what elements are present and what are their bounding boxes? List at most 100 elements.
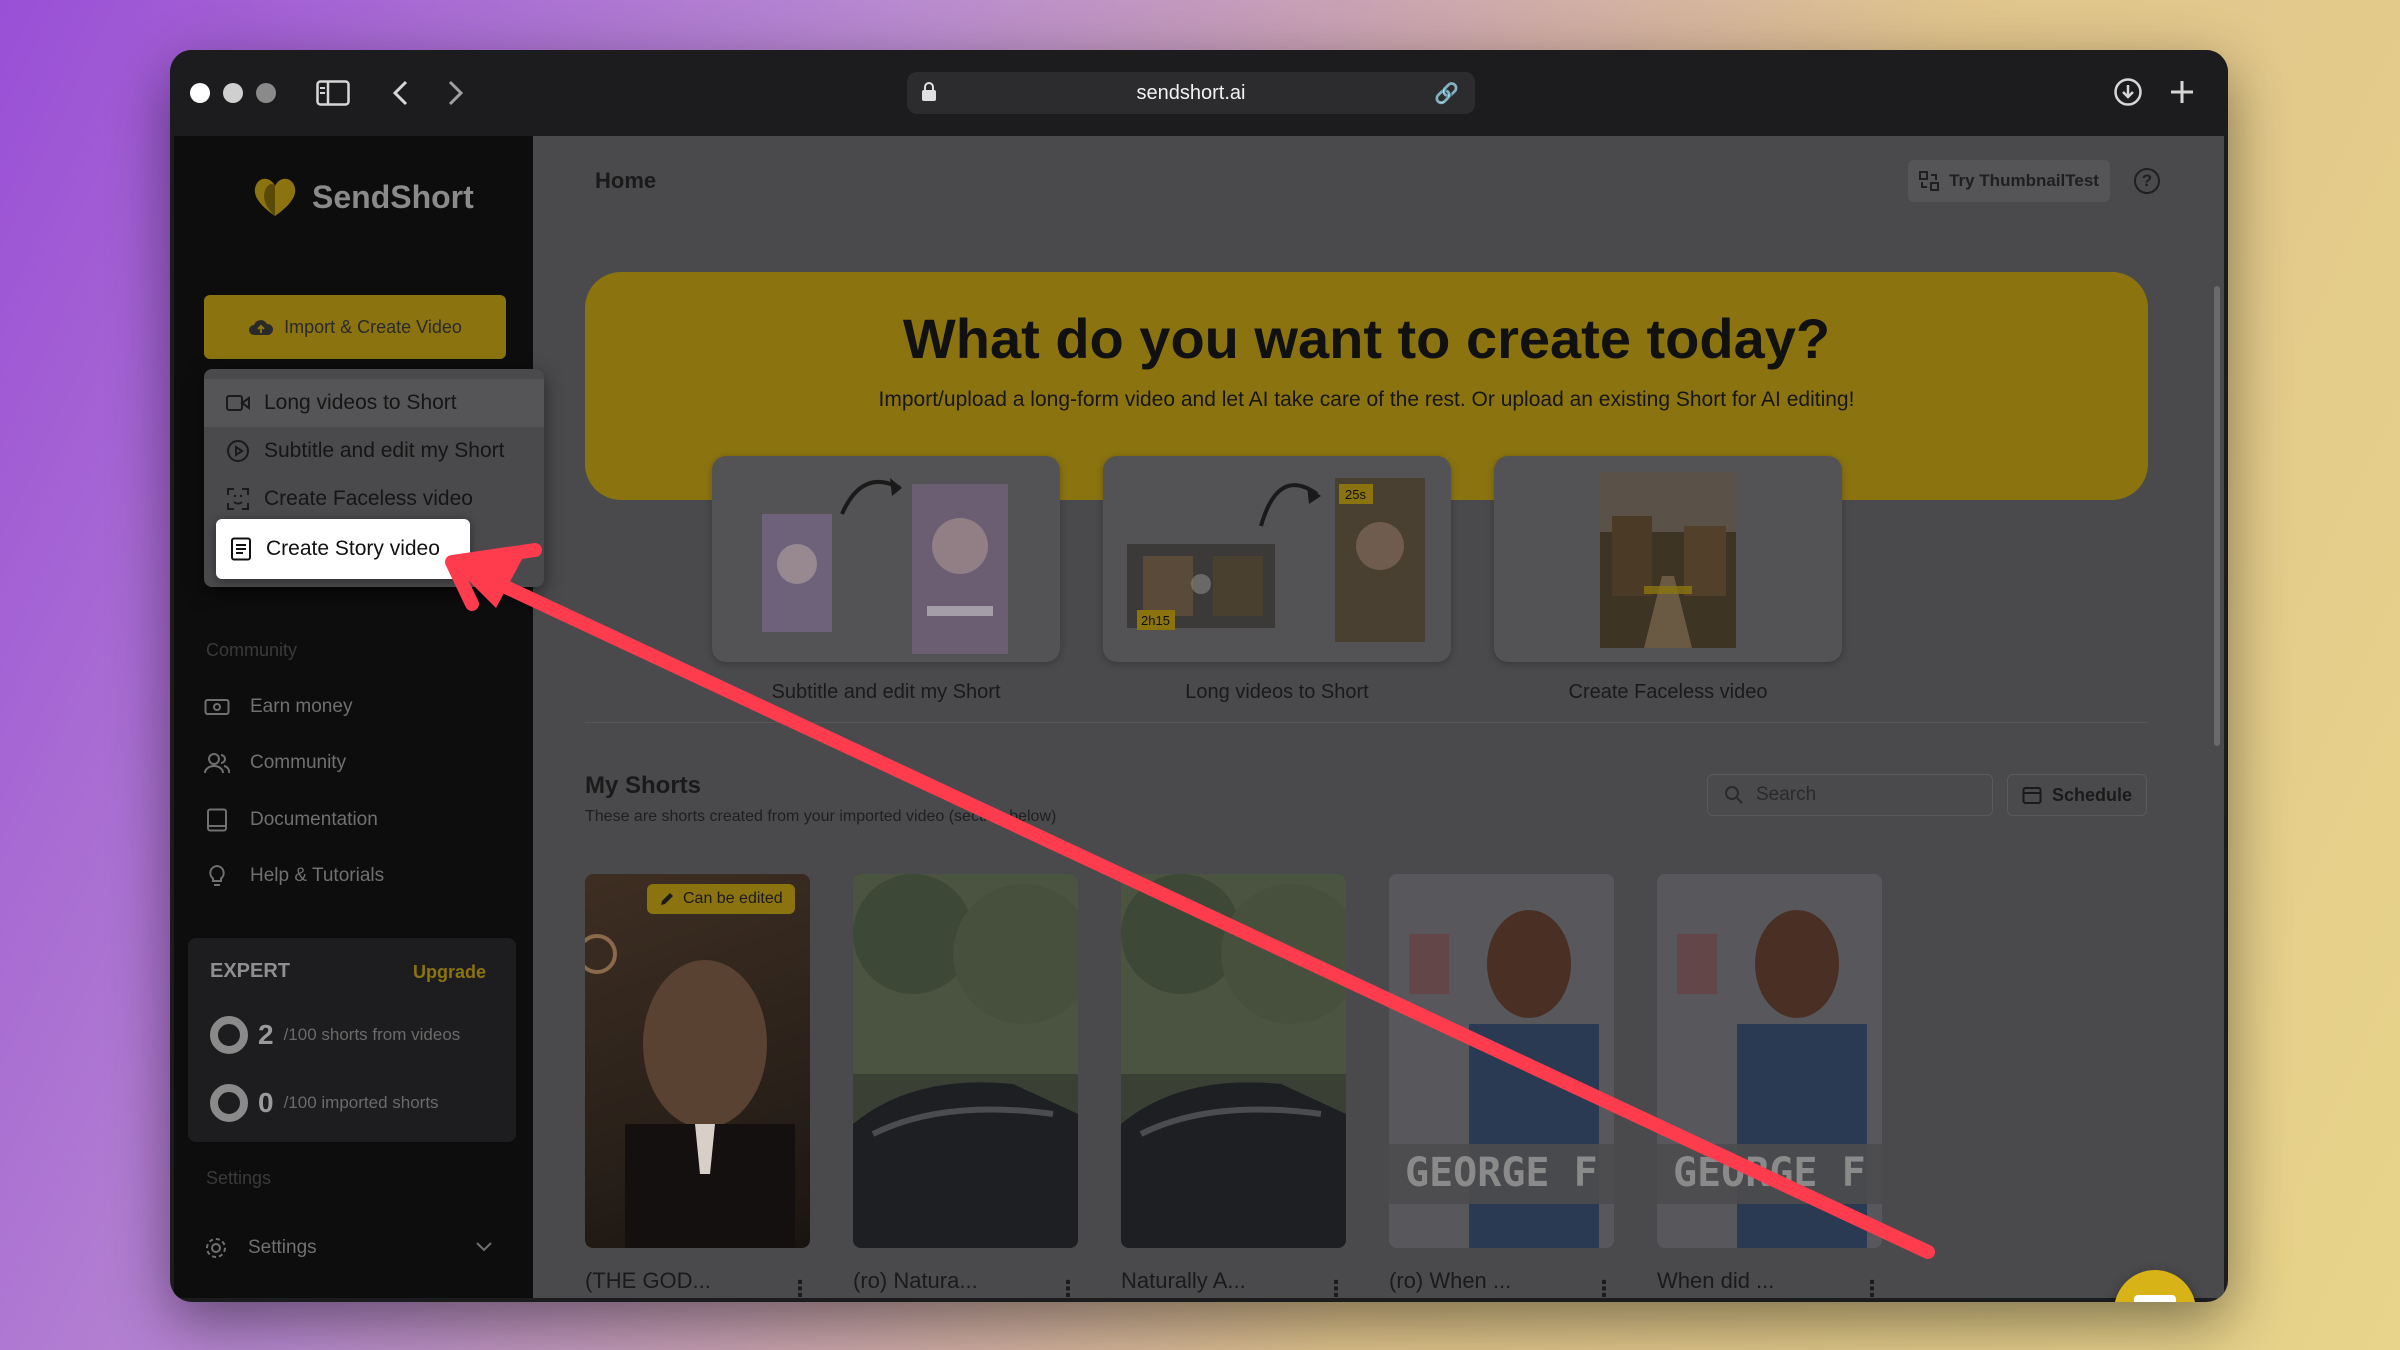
nav-item-community[interactable]: Community [204,752,346,774]
george-thumbnail-image: GEORGE F [1657,874,1882,1248]
option-label-long-videos: Long videos to Short [1185,681,1369,703]
new-tab-icon[interactable] [2169,79,2195,105]
godfather-thumbnail-image [585,934,795,1248]
thumbnail-caption: GEORGE F [1673,1150,1866,1196]
search-icon [1725,786,1743,804]
nav-item-earn-money[interactable]: Earn money [204,696,352,718]
dropdown-item-long-videos-to-short[interactable]: Long videos to Short [204,379,544,427]
short-thumbnail-4[interactable]: GEORGE F [1389,874,1614,1248]
help-icon[interactable]: ? [2134,168,2160,194]
option-label-faceless: Create Faceless video [1568,681,1768,703]
thumbnail-caption: GEORGE F [1405,1150,1598,1196]
plan-name: EXPERT [210,960,291,982]
users-icon [204,753,230,774]
duration-badge-long: 2h15 [1141,613,1170,628]
subtitle-edit-illustration [762,478,1008,654]
minimize-window-dot[interactable] [223,83,243,103]
chevron-down-icon[interactable] [476,1242,492,1252]
nav-item-help-tutorials[interactable]: Help & Tutorials [204,864,384,888]
short-thumbnail-5[interactable]: GEORGE F [1657,874,1882,1248]
short-title-4[interactable]: (ro) When ... [1389,1268,1511,1294]
short-title-2[interactable]: (ro) Natura... [853,1268,978,1294]
george-thumbnail-image: GEORGE F [1389,874,1614,1248]
my-shorts-subheading: These are shorts created from your impor… [585,808,1057,825]
brand-logo[interactable]: SendShort [252,176,474,218]
can-be-edited-badge: Can be edited [647,884,795,914]
try-thumbnailtest-label: Try ThumbnailTest [1949,171,2099,190]
create-video-dropdown: Long videos to Short Subtitle and edit m… [204,369,544,587]
nav-label-documentation: Documentation [250,809,378,830]
cloud-upload-icon [249,320,274,335]
more-options-icon[interactable]: ⋮ [1593,1276,1615,1302]
short-thumbnail-2[interactable] [853,874,1078,1248]
hero-subheading: Import/upload a long-form video and let … [878,388,1855,411]
nav-label-community: Community [250,752,347,773]
heart-logo-icon [254,178,296,216]
page-scrollbar[interactable] [2214,286,2220,746]
dropdown-item-create-faceless-video[interactable]: Create Faceless video [204,475,544,523]
more-options-icon[interactable]: ⋮ [1057,1276,1079,1302]
duration-badge-short: 25s [1345,487,1366,502]
forward-icon[interactable] [446,80,464,106]
schedule-button[interactable]: Schedule [2007,774,2147,816]
url-text: sendshort.ai [1136,81,1246,104]
usage-ring-icon [210,1084,248,1122]
page-content: SendShort Import & Create Video Communit… [174,136,2224,1302]
usage-count: 0 [258,1087,274,1118]
more-options-icon[interactable]: ⋮ [1325,1276,1347,1302]
option-card-long-videos[interactable]: 2h15 25s [1103,456,1451,662]
address-bar[interactable]: sendshort.ai 🔗 [907,72,1475,114]
more-options-icon[interactable]: ⋮ [789,1276,811,1302]
short-thumbnail-3[interactable] [1121,874,1346,1248]
browser-window: sendshort.ai 🔗 SendShort Import & Create… [170,50,2228,1302]
short-thumbnail-1[interactable]: Can be edited [585,874,810,1248]
back-icon[interactable] [392,80,410,106]
maximize-window-dot[interactable] [256,83,276,103]
short-title-3[interactable]: Naturally A... [1121,1268,1246,1294]
search-input[interactable]: Search [1707,774,1993,816]
swap-icon [1919,171,1940,191]
link-icon[interactable]: 🔗 [1434,81,1459,106]
search-placeholder: Search [1756,784,1817,805]
page-title: Home [595,168,657,193]
more-options-icon[interactable]: ⋮ [1861,1276,1883,1302]
section-label-settings: Settings [206,1168,272,1188]
usage-ring-icon [210,1016,248,1054]
my-shorts-heading: My Shorts [585,772,702,799]
nav-item-settings[interactable]: Settings [204,1236,504,1260]
close-window-dot[interactable] [190,83,210,103]
play-circle-icon [227,440,249,462]
plan-usage-box: EXPERT Upgrade 2 /100 shorts from videos… [188,938,516,1142]
money-icon [204,699,230,715]
usage-desc: /100 imported shorts [283,1093,439,1112]
sidebar: SendShort Import & Create Video Communit… [174,136,544,1298]
gear-icon [206,1238,226,1258]
dropdown-label: Create Faceless video [264,487,473,510]
pencil-icon [661,893,673,905]
import-create-video-label: Import & Create Video [284,316,462,337]
short-title-5[interactable]: When did ... [1657,1268,1774,1294]
dropdown-label: Subtitle and edit my Short [264,439,505,462]
short-title-1[interactable]: (THE GOD... [585,1268,711,1294]
nav-label-help-tutorials: Help & Tutorials [250,865,385,886]
dropdown-label: Long videos to Short [264,391,457,414]
schedule-label: Schedule [2051,784,2133,805]
main-area: Home Try ThumbnailTest ? What do you wan… [533,136,2224,1301]
try-thumbnailtest-button[interactable]: Try ThumbnailTest [1908,160,2110,202]
dropdown-item-create-story-video[interactable]: Create Story video [216,519,470,579]
lightbulb-icon [209,864,225,886]
option-card-subtitle-edit[interactable] [712,456,1060,662]
document-icon [231,537,251,561]
upgrade-link[interactable]: Upgrade [413,962,486,983]
sidebar-toggle-icon[interactable] [316,80,350,106]
option-label-subtitle-edit: Subtitle and edit my Short [771,681,1001,703]
dropdown-item-subtitle-edit-short[interactable]: Subtitle and edit my Short [204,427,544,475]
brand-name: SendShort [312,178,474,215]
nav-label-settings: Settings [248,1237,317,1258]
faceless-illustration [1600,472,1736,648]
option-card-faceless[interactable] [1494,456,1842,662]
download-icon[interactable] [2113,77,2143,107]
import-create-video-button[interactable]: Import & Create Video [204,295,506,359]
usage-row-imported-shorts: 0 /100 imported shorts [210,1084,439,1122]
nav-item-documentation[interactable]: Documentation [204,808,378,832]
